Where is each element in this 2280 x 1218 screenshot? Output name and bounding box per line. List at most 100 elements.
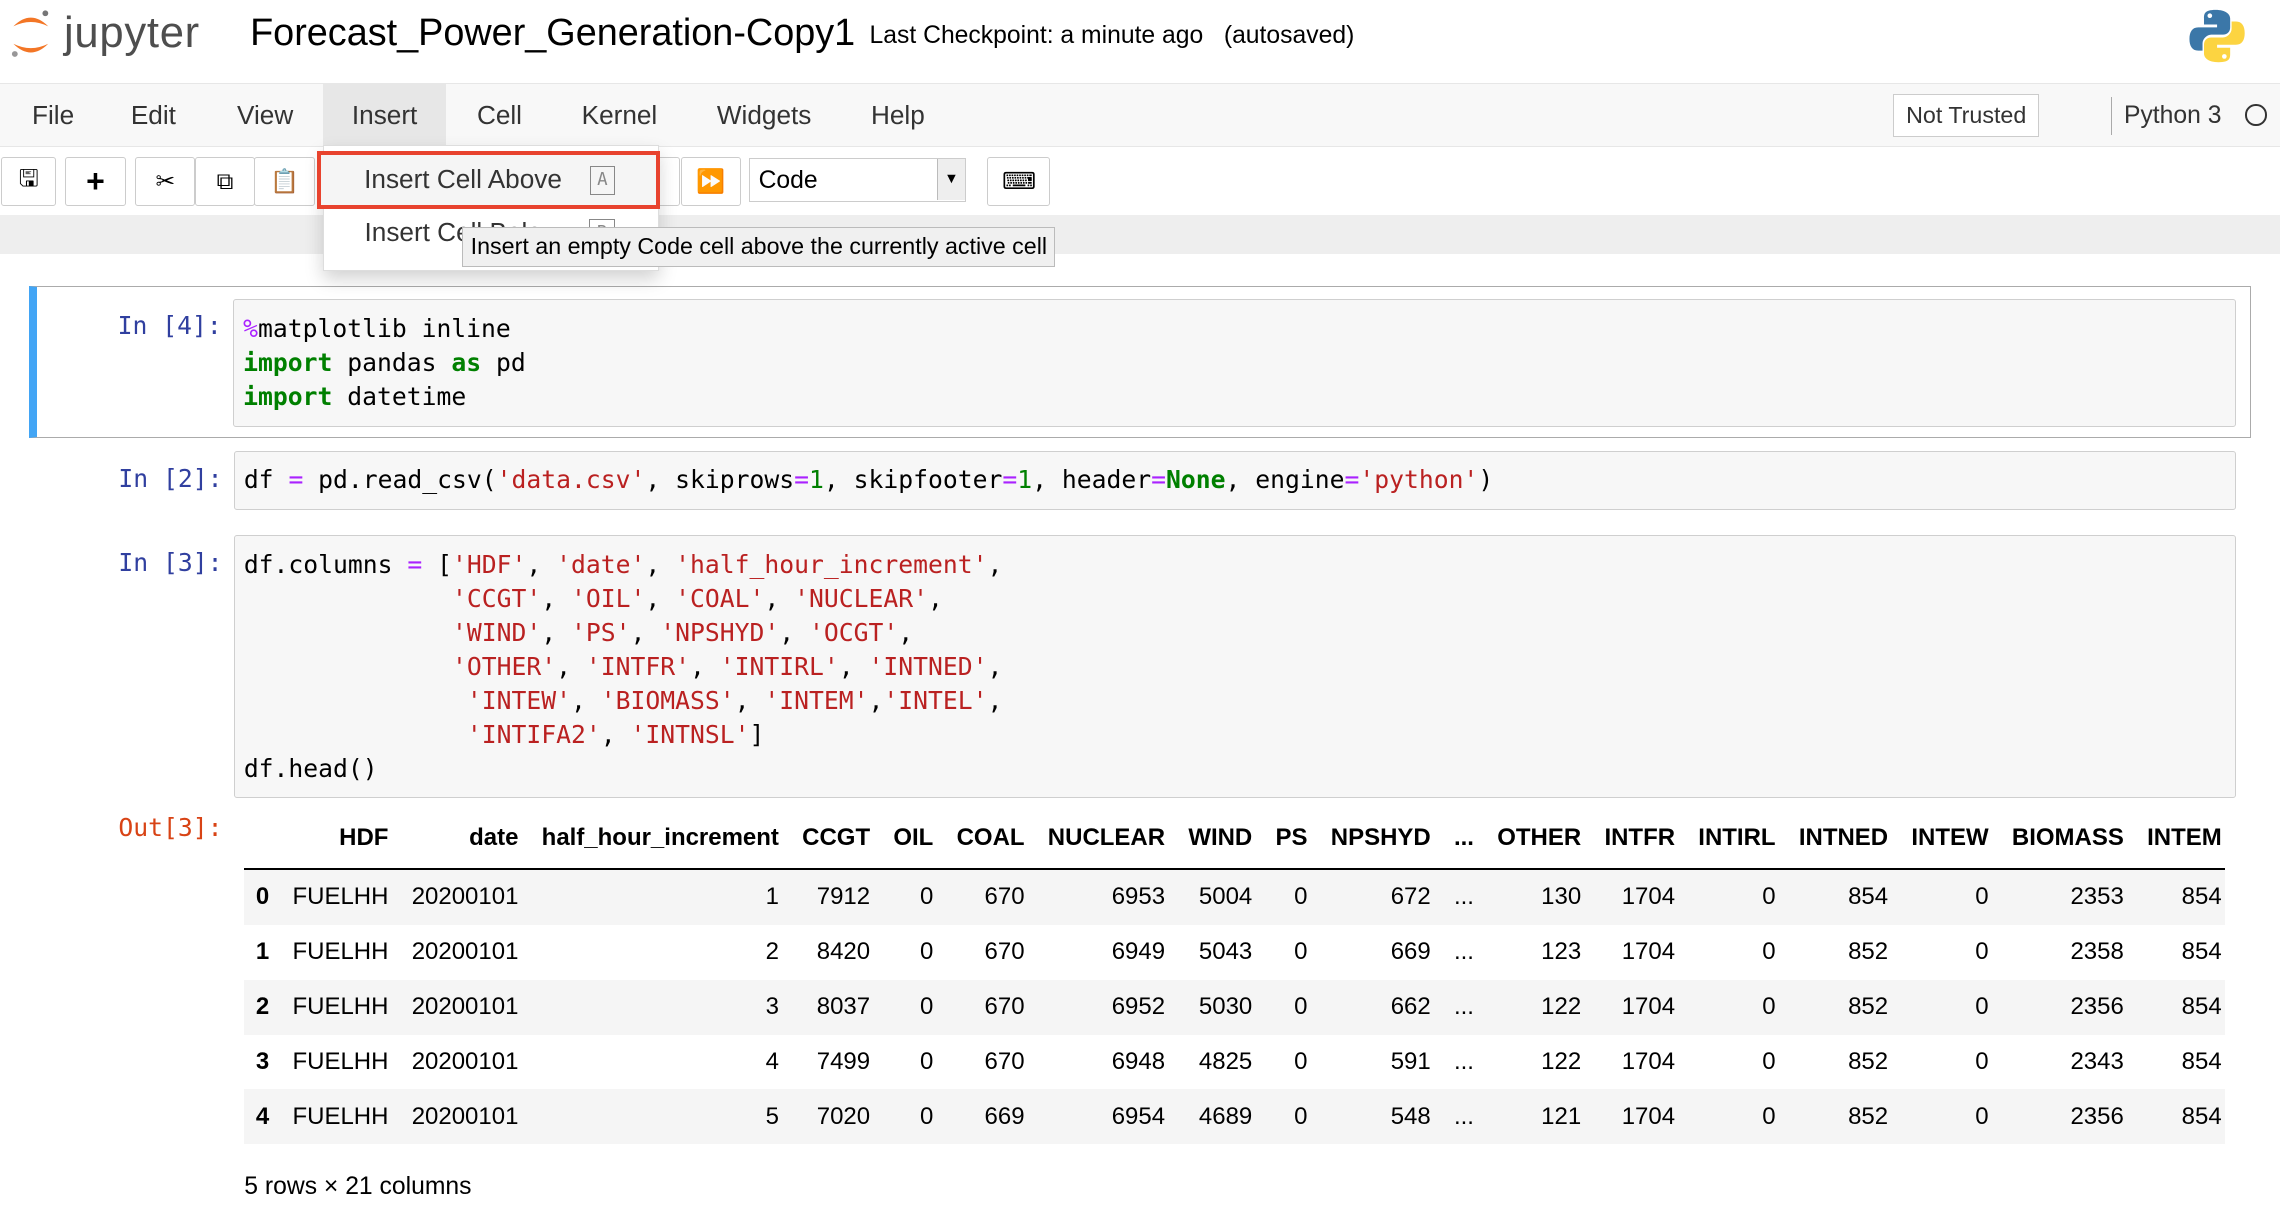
cell-type-select[interactable]: Code ▼ — [748, 158, 966, 203]
input-prompt: In [4]: — [117, 310, 222, 340]
table-cell: 130 — [1541, 883, 1582, 911]
code-token: 'INTIFA2' — [466, 719, 601, 749]
table-cell: 670 — [984, 1047, 1025, 1075]
column-header — [244, 807, 281, 871]
code-token: , — [898, 617, 914, 647]
table-cell: 8037 — [816, 993, 871, 1021]
column-header: INTIRL — [1686, 807, 1788, 871]
table-cell: ... — [1453, 938, 1474, 966]
table-cell: 0 — [1294, 883, 1308, 911]
menu-help[interactable]: Help — [842, 84, 954, 147]
code-token: 'OIL' — [571, 583, 646, 613]
cut-button[interactable]: ✂ — [135, 157, 196, 206]
table-cell: 20200101 — [411, 1047, 519, 1075]
table-cell: 854 — [1848, 883, 1889, 911]
column-header: HDF — [280, 807, 401, 871]
table-cell: 0 — [1294, 938, 1308, 966]
kernel-name: Python 3 — [2111, 96, 2221, 135]
jupyter-logo[interactable]: jupyter — [9, 6, 200, 61]
menu-cell[interactable]: Cell — [448, 84, 551, 147]
code-token: datetime — [332, 381, 467, 411]
table-cell: 1704 — [1621, 1102, 1676, 1130]
table-cell: 1704 — [1621, 938, 1676, 966]
code-cell[interactable]: In [3]: df.columns = ['HDF', 'date', 'ha… — [29, 535, 2251, 842]
row-index: 4 — [255, 1102, 270, 1130]
menu-file[interactable]: File — [3, 84, 103, 147]
table-cell: 6948 — [1111, 1047, 1166, 1075]
menu-view[interactable]: View — [208, 84, 322, 147]
command-palette-button[interactable]: ⌨ — [987, 157, 1051, 206]
table-cell: 5043 — [1198, 938, 1253, 966]
table-cell: 591 — [1390, 1047, 1431, 1075]
menubar: File Edit View Insert Cell Kernel Widget… — [0, 82, 2280, 148]
code-line: import pandas as pd — [243, 346, 2226, 380]
table-cell: 0 — [920, 993, 934, 1021]
menu-kernel[interactable]: Kernel — [553, 84, 687, 147]
code-token: 'PS' — [571, 617, 631, 647]
code-token: , skiprows — [645, 465, 795, 495]
table-cell: 662 — [1390, 993, 1431, 1021]
table-cell: 852 — [1848, 993, 1889, 1021]
menu-insert[interactable]: Insert — [322, 83, 447, 147]
code-cell-selected[interactable]: In [4]: %matplotlib inline import pandas … — [29, 286, 2251, 438]
row-index: 1 — [255, 938, 270, 966]
table-cell: FUELHH — [292, 993, 389, 1021]
code-token: 'INTNED' — [868, 651, 988, 681]
code-token: df.head() — [243, 753, 378, 783]
paste-icon: 📋 — [270, 168, 299, 195]
logo-text: jupyter — [63, 8, 200, 57]
table-cell: 5 — [765, 1102, 779, 1130]
table-cell: 4689 — [1198, 1102, 1253, 1130]
code-token: , — [630, 617, 661, 647]
insert-cell-above-item[interactable]: Insert Cell Above A — [316, 150, 660, 209]
code-token: 'BIOMASS' — [600, 685, 735, 715]
code-input[interactable]: df.columns = ['HDF', 'date', 'half_hour_… — [234, 535, 2237, 799]
copy-button[interactable]: ⧉ — [194, 157, 255, 206]
column-header: INTEM — [2135, 807, 2225, 871]
code-cell[interactable]: In [2]: df = pd.read_csv('data.csv', ski… — [29, 450, 2251, 512]
menu-edit[interactable]: Edit — [102, 84, 205, 147]
table-cell: 548 — [1390, 1102, 1431, 1130]
notebook-title[interactable]: Forecast_Power_Generation-Copy1 — [250, 12, 855, 55]
table-cell: 854 — [2181, 993, 2222, 1021]
not-trusted-button[interactable]: Not Trusted — [1893, 94, 2040, 137]
code-line: import datetime — [243, 380, 2226, 414]
column-header: WIND — [1176, 807, 1264, 871]
code-line: 'WIND', 'PS', 'NPSHYD', 'OCGT', — [244, 616, 2227, 650]
code-token: 'INTFR' — [585, 651, 690, 681]
code-input[interactable]: %matplotlib inline import pandas as pd imp… — [233, 299, 2236, 428]
code-token: 'HDF' — [452, 549, 527, 579]
paste-button[interactable]: 📋 — [254, 157, 315, 206]
table-cell: 852 — [1848, 1102, 1889, 1130]
code-token: 1 — [809, 465, 824, 495]
column-header: half_hour_increment — [530, 807, 791, 871]
column-header: NUCLEAR — [1036, 807, 1177, 871]
code-line: 'CCGT', 'OIL', 'COAL', 'NUCLEAR', — [244, 582, 2227, 616]
code-token: 'INTEL' — [883, 685, 988, 715]
code-token: , engine — [1225, 465, 1345, 495]
table-cell: 7912 — [816, 883, 871, 911]
code-input[interactable]: df = pd.read_csv('data.csv', skiprows=1,… — [234, 450, 2237, 511]
code-token: pd — [481, 347, 526, 377]
table-cell: 7020 — [816, 1102, 871, 1130]
code-token: , — [838, 651, 869, 681]
restart-run-all-button[interactable]: ⏩ — [680, 157, 741, 206]
code-token: 'WIND' — [452, 617, 542, 647]
table-cell: 0 — [1762, 1047, 1776, 1075]
save-icon: 🖫 — [18, 165, 39, 192]
code-token: , — [764, 583, 795, 613]
code-token: , — [556, 651, 586, 681]
row-index: 2 — [255, 993, 270, 1021]
table-cell: 1704 — [1621, 883, 1676, 911]
save-button[interactable]: 🖫 — [1, 157, 56, 206]
menu-widgets[interactable]: Widgets — [688, 84, 841, 147]
insert-cell-button[interactable]: + — [65, 157, 126, 206]
tooltip: Insert an empty Code cell above the curr… — [462, 226, 1056, 267]
code-token: , — [779, 617, 810, 647]
code-token: , — [541, 583, 572, 613]
table-row: 4 FUELHH 20200101 5 7020 0 669 6954 4689 0 548... 1… — [244, 1089, 2225, 1145]
table-cell: 2343 — [2070, 1047, 2124, 1075]
code-token: as — [451, 347, 482, 377]
